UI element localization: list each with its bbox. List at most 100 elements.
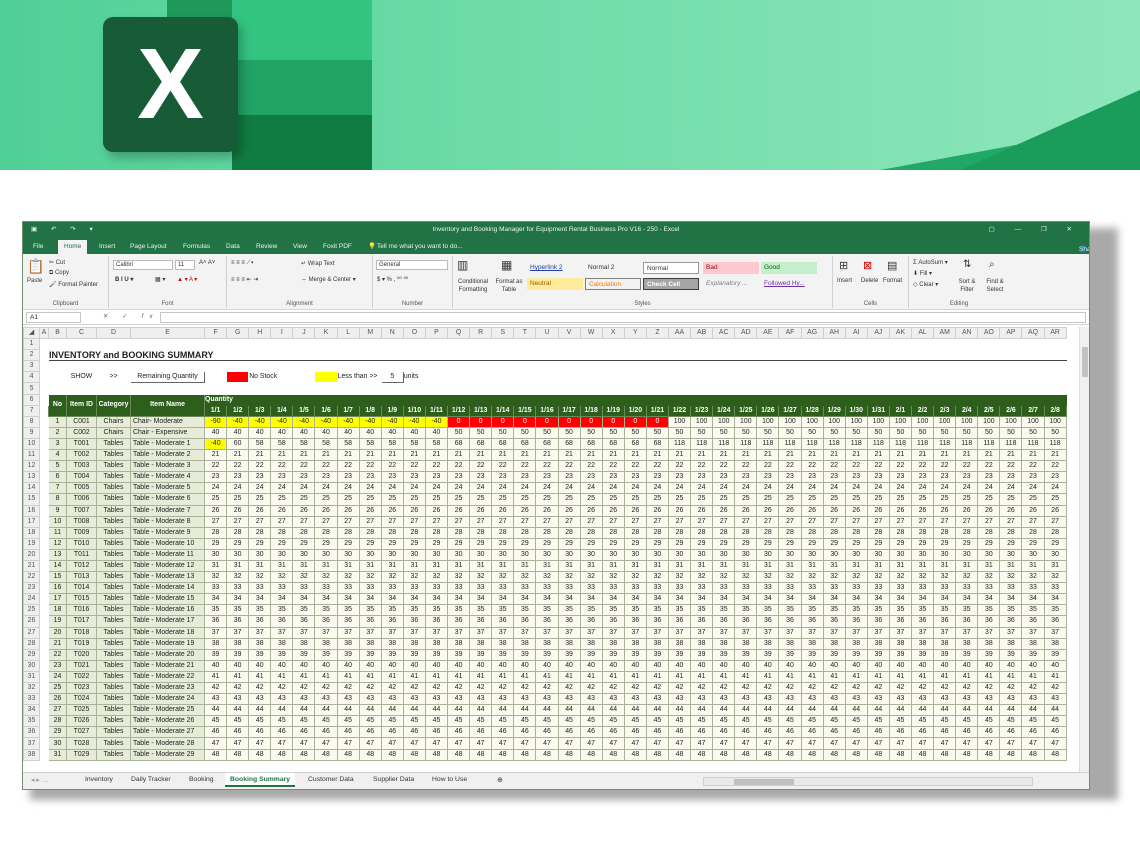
quantity-cell[interactable]: 44 — [314, 704, 338, 717]
empty-cell[interactable] — [381, 360, 404, 372]
quantity-cell[interactable]: 23 — [866, 471, 890, 484]
quantity-cell[interactable]: 27 — [491, 515, 515, 528]
quantity-cell[interactable]: 22 — [491, 460, 515, 473]
quantity-cell[interactable]: 25 — [579, 493, 603, 506]
quantity-cell[interactable]: 35 — [402, 604, 426, 617]
quantity-cell[interactable]: 100 — [1043, 415, 1067, 428]
empty-cell[interactable] — [624, 338, 647, 350]
row-header[interactable]: 27 — [23, 626, 40, 639]
quantity-cell[interactable]: 39 — [336, 648, 360, 661]
quantity-cell[interactable]: 31 — [226, 559, 250, 573]
quantity-cell[interactable]: 21 — [778, 449, 802, 462]
quantity-cell[interactable]: 23 — [933, 471, 957, 484]
quantity-cell[interactable]: 33 — [557, 582, 581, 595]
quantity-cell[interactable]: 21 — [226, 449, 250, 462]
column-header[interactable]: AI — [844, 327, 868, 340]
quantity-cell[interactable]: 46 — [402, 726, 426, 739]
quantity-cell[interactable]: 42 — [226, 681, 250, 695]
quantity-cell[interactable]: 33 — [977, 582, 1001, 595]
quantity-cell[interactable]: 36 — [866, 615, 890, 628]
quantity-cell[interactable]: 40 — [336, 659, 360, 672]
quantity-cell[interactable]: -90 — [203, 415, 228, 428]
quantity-cell[interactable]: 46 — [535, 726, 559, 739]
quantity-cell[interactable]: 27 — [977, 515, 1001, 528]
empty-cell[interactable] — [48, 371, 67, 383]
quantity-cell[interactable]: 28 — [314, 526, 338, 539]
quantity-cell[interactable]: -40 — [226, 415, 250, 428]
quantity-cell[interactable]: 38 — [447, 637, 471, 650]
row-header[interactable]: 4 — [23, 371, 40, 384]
quantity-cell[interactable]: 44 — [1043, 704, 1067, 717]
quantity-cell[interactable]: 34 — [1021, 593, 1045, 606]
quantity-cell[interactable]: 100 — [866, 415, 890, 428]
quantity-cell[interactable]: 23 — [690, 471, 714, 484]
column-header[interactable]: AJ — [866, 327, 890, 340]
quantity-cell[interactable]: 22 — [910, 460, 935, 473]
quantity-cell[interactable]: 33 — [888, 582, 913, 595]
empty-cell[interactable] — [999, 338, 1022, 350]
empty-cell[interactable] — [977, 338, 1000, 350]
empty-cell[interactable] — [558, 371, 581, 383]
quantity-cell[interactable]: 40 — [226, 426, 250, 439]
quantity-cell[interactable]: 45 — [910, 715, 935, 728]
style-normal-2[interactable]: Normal 2 — [585, 262, 641, 274]
quantity-cell[interactable]: 39 — [447, 648, 471, 661]
column-header[interactable]: AQ — [1021, 327, 1045, 340]
quantity-cell[interactable]: 46 — [292, 726, 316, 739]
quantity-cell[interactable]: 44 — [491, 704, 515, 717]
sheet-tab-booking-summary[interactable]: Booking Summary — [225, 773, 296, 787]
quantity-cell[interactable]: 43 — [712, 693, 736, 706]
quantity-cell[interactable]: 22 — [1043, 460, 1067, 473]
quantity-cell[interactable]: 47 — [667, 737, 692, 750]
quantity-cell[interactable]: 32 — [535, 571, 559, 584]
empty-cell[interactable] — [602, 360, 625, 372]
quantity-cell[interactable]: 43 — [469, 693, 493, 706]
quantity-cell[interactable]: 68 — [469, 437, 493, 451]
empty-cell[interactable] — [668, 382, 691, 395]
quantity-cell[interactable]: 31 — [292, 559, 316, 573]
quantity-cell[interactable]: 23 — [645, 471, 669, 484]
quantity-cell[interactable]: 35 — [469, 604, 493, 617]
empty-cell[interactable] — [734, 360, 757, 372]
empty-cell[interactable] — [469, 382, 492, 395]
quantity-cell[interactable]: 25 — [866, 493, 890, 506]
quantity-cell[interactable]: 46 — [778, 726, 802, 739]
quantity-cell[interactable]: 29 — [336, 537, 360, 550]
quantity-cell[interactable]: 22 — [601, 460, 625, 473]
quantity-cell[interactable]: 29 — [866, 537, 890, 550]
quantity-cell[interactable]: 28 — [424, 526, 449, 539]
quantity-cell[interactable]: 24 — [955, 482, 979, 495]
empty-cell[interactable] — [292, 371, 315, 383]
quantity-cell[interactable]: 39 — [888, 648, 913, 661]
quantity-cell[interactable]: 23 — [358, 471, 382, 484]
quantity-cell[interactable]: 50 — [623, 426, 647, 439]
quantity-cell[interactable]: 22 — [270, 460, 294, 473]
quantity-cell[interactable]: 33 — [380, 582, 404, 595]
quantity-cell[interactable]: 45 — [822, 715, 846, 728]
quantity-cell[interactable]: 28 — [358, 526, 382, 539]
quantity-cell[interactable]: 45 — [557, 715, 581, 728]
quantity-cell[interactable]: 48 — [977, 748, 1001, 761]
quantity-cell[interactable]: 35 — [579, 604, 603, 617]
quantity-cell[interactable]: 44 — [336, 704, 360, 717]
tab-home[interactable]: Home — [58, 240, 88, 254]
quantity-cell[interactable]: 45 — [336, 715, 360, 728]
style-neutral[interactable]: Neutral — [527, 278, 583, 290]
quantity-cell[interactable]: 40 — [844, 659, 868, 672]
quantity-cell[interactable]: 37 — [447, 626, 471, 639]
quantity-cell[interactable]: 26 — [822, 504, 846, 517]
quantity-cell[interactable]: 42 — [712, 681, 736, 695]
row-header[interactable]: 20 — [23, 548, 40, 561]
empty-cell[interactable] — [867, 349, 890, 362]
empty-cell[interactable] — [778, 338, 802, 350]
quantity-cell[interactable]: 31 — [756, 559, 780, 573]
quantity-cell[interactable]: 43 — [667, 693, 692, 706]
quantity-cell[interactable]: 25 — [977, 493, 1001, 506]
quantity-cell[interactable]: 45 — [1021, 715, 1045, 728]
quantity-cell[interactable]: 37 — [623, 626, 647, 639]
empty-cell[interactable] — [39, 715, 49, 727]
empty-cell[interactable] — [911, 360, 934, 372]
quantity-cell[interactable]: 36 — [888, 615, 913, 628]
quantity-cell[interactable]: 31 — [690, 559, 714, 573]
quantity-cell[interactable]: 22 — [822, 460, 846, 473]
